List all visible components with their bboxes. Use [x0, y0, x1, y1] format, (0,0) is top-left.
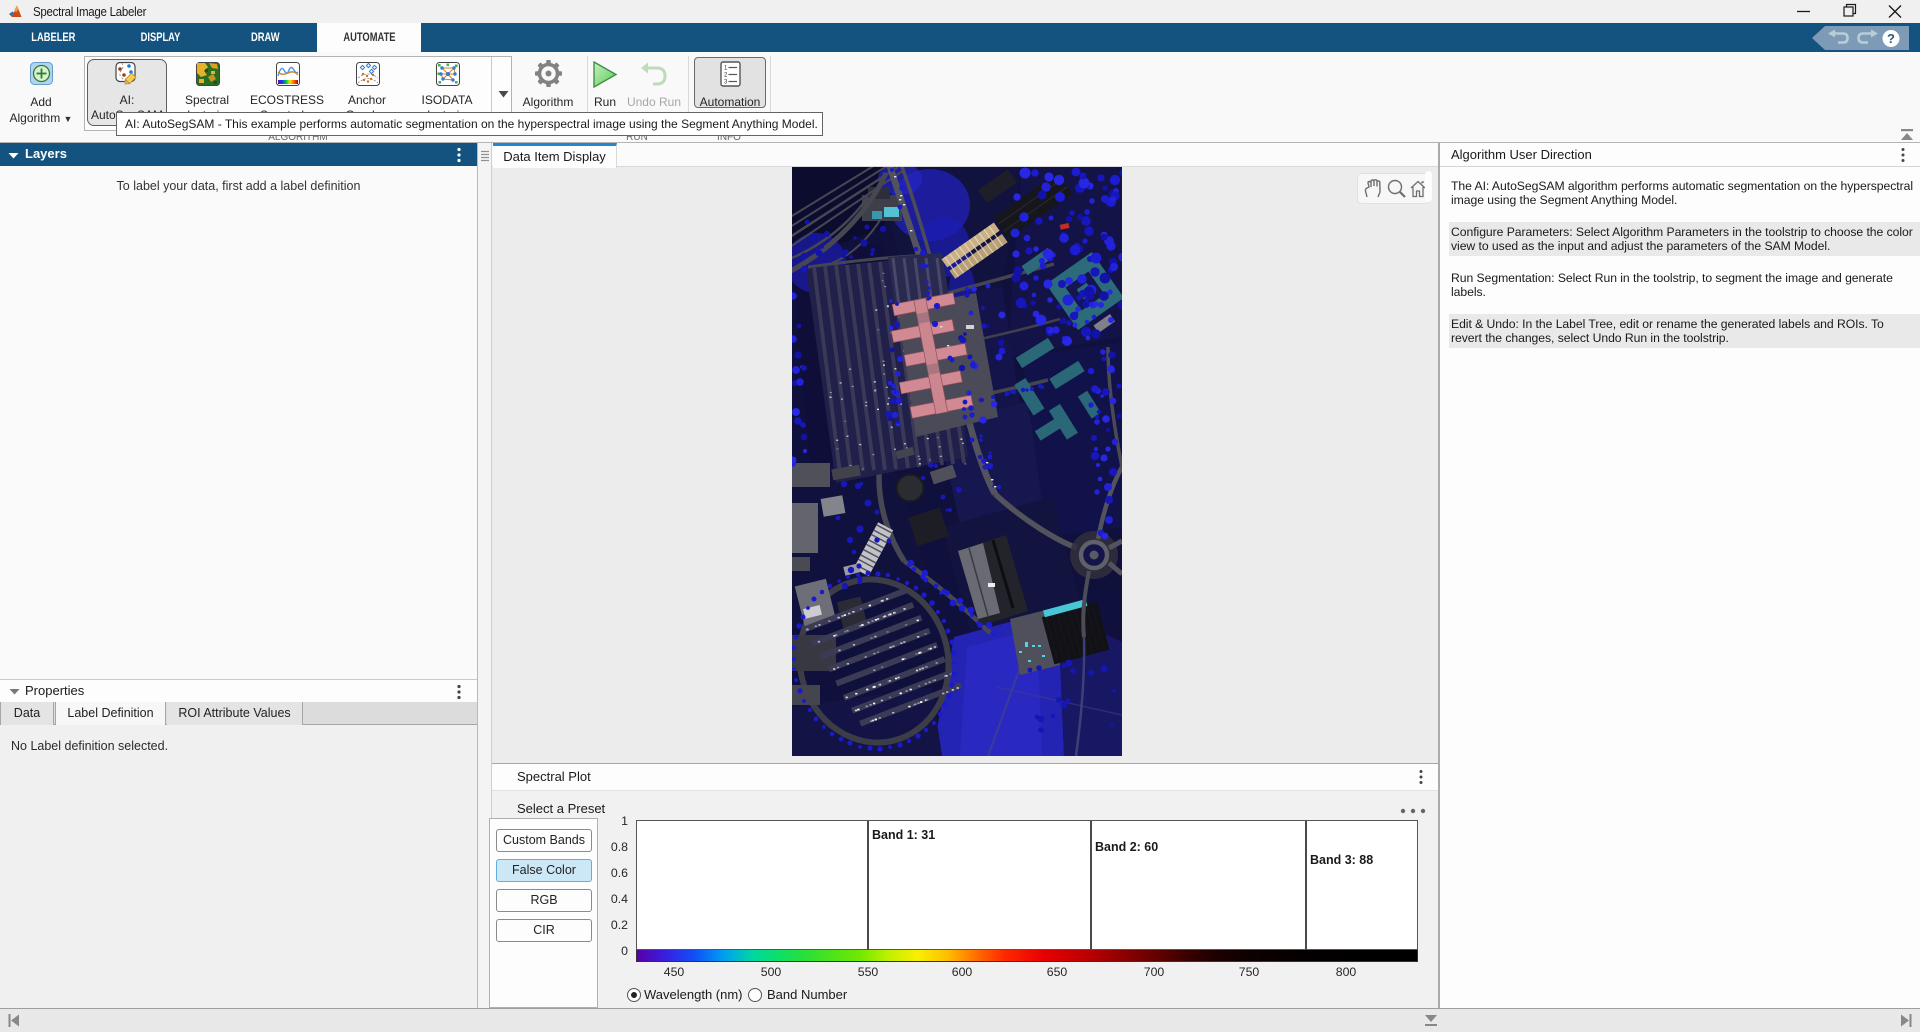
- svg-text:?: ?: [1887, 31, 1895, 46]
